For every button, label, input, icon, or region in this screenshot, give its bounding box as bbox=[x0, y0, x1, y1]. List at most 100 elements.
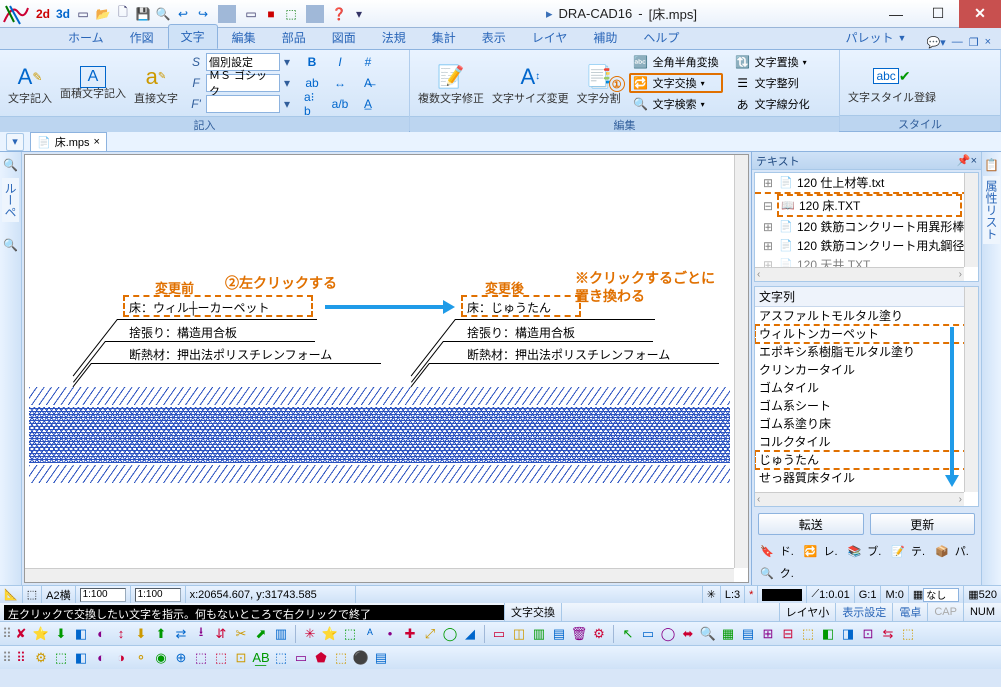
text-size-button[interactable]: A↕ 文字サイズ変更 bbox=[488, 59, 573, 107]
tool-icon[interactable]: ▤ bbox=[372, 649, 390, 667]
qat-3d-icon[interactable]: 3d bbox=[54, 5, 72, 23]
multi-text-edit-button[interactable]: 📝 複数文字修正 bbox=[414, 59, 488, 107]
panel-switch-button[interactable]: 🔖ド. bbox=[756, 541, 798, 561]
mdi-close-icon[interactable]: × bbox=[985, 36, 991, 49]
transfer-button[interactable]: 転送 bbox=[758, 513, 864, 535]
tool-icon[interactable]: ⊟ bbox=[779, 625, 797, 643]
strike-icon[interactable]: A̶ bbox=[356, 73, 380, 93]
list-item[interactable]: ウィルトンカーペット bbox=[755, 325, 978, 343]
tool-icon[interactable]: ✳ bbox=[301, 625, 319, 643]
text-entry-button[interactable]: A✎ 文字記入 bbox=[4, 59, 56, 107]
list-item[interactable]: アスファルトモルタル塗り bbox=[755, 307, 978, 325]
coord-l3[interactable]: L:3 bbox=[720, 586, 744, 603]
tab-assist[interactable]: 補助 bbox=[581, 26, 629, 49]
fraction-icon[interactable]: a/b bbox=[328, 94, 352, 114]
qat-open-icon[interactable]: 📂 bbox=[94, 5, 112, 23]
qat-2d-icon[interactable]: 2d bbox=[34, 5, 52, 23]
tool-icon[interactable]: ⚫ bbox=[352, 649, 370, 667]
qat-new-icon[interactable]: ▭ bbox=[74, 5, 92, 23]
tool-icon[interactable]: ⬇ bbox=[132, 625, 150, 643]
spacing-icon[interactable]: a⁝b bbox=[300, 94, 324, 114]
tool-icon[interactable]: ⚙ bbox=[32, 649, 50, 667]
list-item[interactable]: ゴムタイル bbox=[755, 379, 978, 397]
list-header[interactable]: 文字列 bbox=[755, 287, 978, 307]
tool-icon[interactable]: ◧ bbox=[72, 625, 90, 643]
tool-icon[interactable]: ⬚ bbox=[799, 625, 817, 643]
left-icon-1[interactable]: 🔍 bbox=[3, 158, 18, 172]
text-align-button[interactable]: ☰文字整列 bbox=[731, 73, 814, 93]
tool-icon[interactable]: ⭐ bbox=[32, 625, 50, 643]
right-attr-label[interactable]: 属性リスト bbox=[983, 176, 1000, 244]
tool-icon[interactable]: ↖ bbox=[619, 625, 637, 643]
close-button[interactable]: ✕ bbox=[959, 0, 1001, 28]
tool-icon[interactable]: ⬈ bbox=[252, 625, 270, 643]
qat-save-icon[interactable]: 💾 bbox=[134, 5, 152, 23]
tool-icon[interactable]: ▭ bbox=[490, 625, 508, 643]
pin-icon[interactable]: 📌 bbox=[957, 154, 971, 167]
tool-icon[interactable]: ◐ bbox=[92, 625, 110, 643]
font-combo[interactable]: FＭＳ ゴシック▾ bbox=[186, 73, 294, 93]
grip-icon[interactable]: ⠿ bbox=[4, 625, 10, 643]
update-button[interactable]: 更新 bbox=[870, 513, 976, 535]
tab-layer[interactable]: レイヤ bbox=[520, 26, 580, 49]
qat-redo-icon[interactable]: ↪ bbox=[194, 5, 212, 23]
doctab-menu-button[interactable]: ▾ bbox=[6, 133, 24, 151]
tab-view[interactable]: 表示 bbox=[470, 26, 518, 49]
tool-icon[interactable]: ⊕ bbox=[172, 649, 190, 667]
tool-icon[interactable]: • bbox=[381, 625, 399, 643]
tab-sum[interactable]: 集計 bbox=[420, 26, 468, 49]
tool-icon[interactable]: ◯ bbox=[659, 625, 677, 643]
tool-icon[interactable]: ⤢ bbox=[421, 625, 439, 643]
mdi-help-icon[interactable]: 💬▾ bbox=[926, 36, 945, 49]
tab-home[interactable]: ホーム bbox=[56, 26, 116, 49]
scale1[interactable] bbox=[75, 586, 130, 603]
tool-icon[interactable]: ⊡ bbox=[232, 649, 250, 667]
tool-icon[interactable]: ▥ bbox=[272, 625, 290, 643]
tool-icon[interactable]: ⬇ bbox=[52, 625, 70, 643]
panel-switch-button[interactable]: 📚ブ. bbox=[844, 541, 886, 561]
canvas-hscrollbar[interactable] bbox=[25, 568, 734, 582]
tree-hscrollbar[interactable]: ‹› bbox=[755, 267, 964, 281]
tool-icon[interactable]: ⬚ bbox=[212, 649, 230, 667]
tool-icon[interactable]: ⬚ bbox=[52, 649, 70, 667]
coord-sq[interactable] bbox=[757, 586, 806, 603]
tool-icon[interactable]: ⬚ bbox=[192, 649, 210, 667]
tree-item[interactable]: ⊞📄120 仕上材等.txt bbox=[755, 173, 978, 194]
tool-icon[interactable]: 🗑 bbox=[570, 625, 588, 643]
tab-parts[interactable]: 部品 bbox=[270, 26, 318, 49]
empty-combo[interactable]: F'▾ bbox=[186, 94, 294, 114]
hash-icon[interactable]: # bbox=[356, 52, 380, 72]
tree-item[interactable]: ⊟📖120 床.TXT bbox=[779, 196, 960, 215]
under-icon[interactable]: A̲ bbox=[356, 94, 380, 114]
mdi-min-icon[interactable]: — bbox=[952, 36, 963, 49]
coord-none[interactable]: ▦ なし bbox=[908, 586, 963, 603]
tool-icon[interactable]: ✚ bbox=[401, 625, 419, 643]
qat-rect-icon[interactable]: ▭ bbox=[242, 5, 260, 23]
qat-file-icon[interactable]: 🗋 bbox=[114, 5, 132, 23]
list-item[interactable]: ゴム系シート bbox=[755, 397, 978, 415]
tab-help[interactable]: ヘルプ bbox=[631, 26, 691, 49]
list-vscrollbar[interactable] bbox=[964, 287, 978, 492]
tool-icon[interactable]: ▭ bbox=[639, 625, 657, 643]
italic-icon[interactable]: I bbox=[328, 52, 352, 72]
text-toline-button[interactable]: あ文字線分化 bbox=[731, 94, 814, 114]
tool-icon[interactable]: ⬚ bbox=[341, 625, 359, 643]
doctab-close-icon[interactable]: × bbox=[94, 136, 100, 148]
direct-text-button[interactable]: a✎ 直接文字 bbox=[130, 59, 182, 107]
tool-icon[interactable]: ⭳ bbox=[192, 625, 210, 643]
panel-switch-button[interactable]: 🔁レ. bbox=[800, 541, 842, 561]
minimize-button[interactable]: — bbox=[875, 0, 917, 28]
tab-text[interactable]: 文字 bbox=[168, 24, 218, 49]
list-item[interactable]: ゴム系塗り床 bbox=[755, 415, 978, 433]
canvas-vscrollbar[interactable] bbox=[734, 155, 748, 568]
tree-item[interactable]: ⊞📄120 鉄筋コンクリート用丸鋼径 bbox=[755, 236, 978, 255]
coord-star[interactable]: * bbox=[744, 586, 757, 603]
coord-g1[interactable]: G:1 bbox=[854, 586, 881, 603]
qat-zoom-icon[interactable]: 🔍 bbox=[154, 5, 172, 23]
tool-icon[interactable]: ᴬ bbox=[361, 625, 379, 643]
tool-icon[interactable]: ⬚ bbox=[899, 625, 917, 643]
tool-icon[interactable]: ↕ bbox=[112, 625, 130, 643]
tool-icon[interactable]: ⇆ bbox=[879, 625, 897, 643]
grip-icon[interactable]: ⠿ bbox=[4, 649, 10, 667]
tool-icon[interactable]: 🔍 bbox=[699, 625, 717, 643]
